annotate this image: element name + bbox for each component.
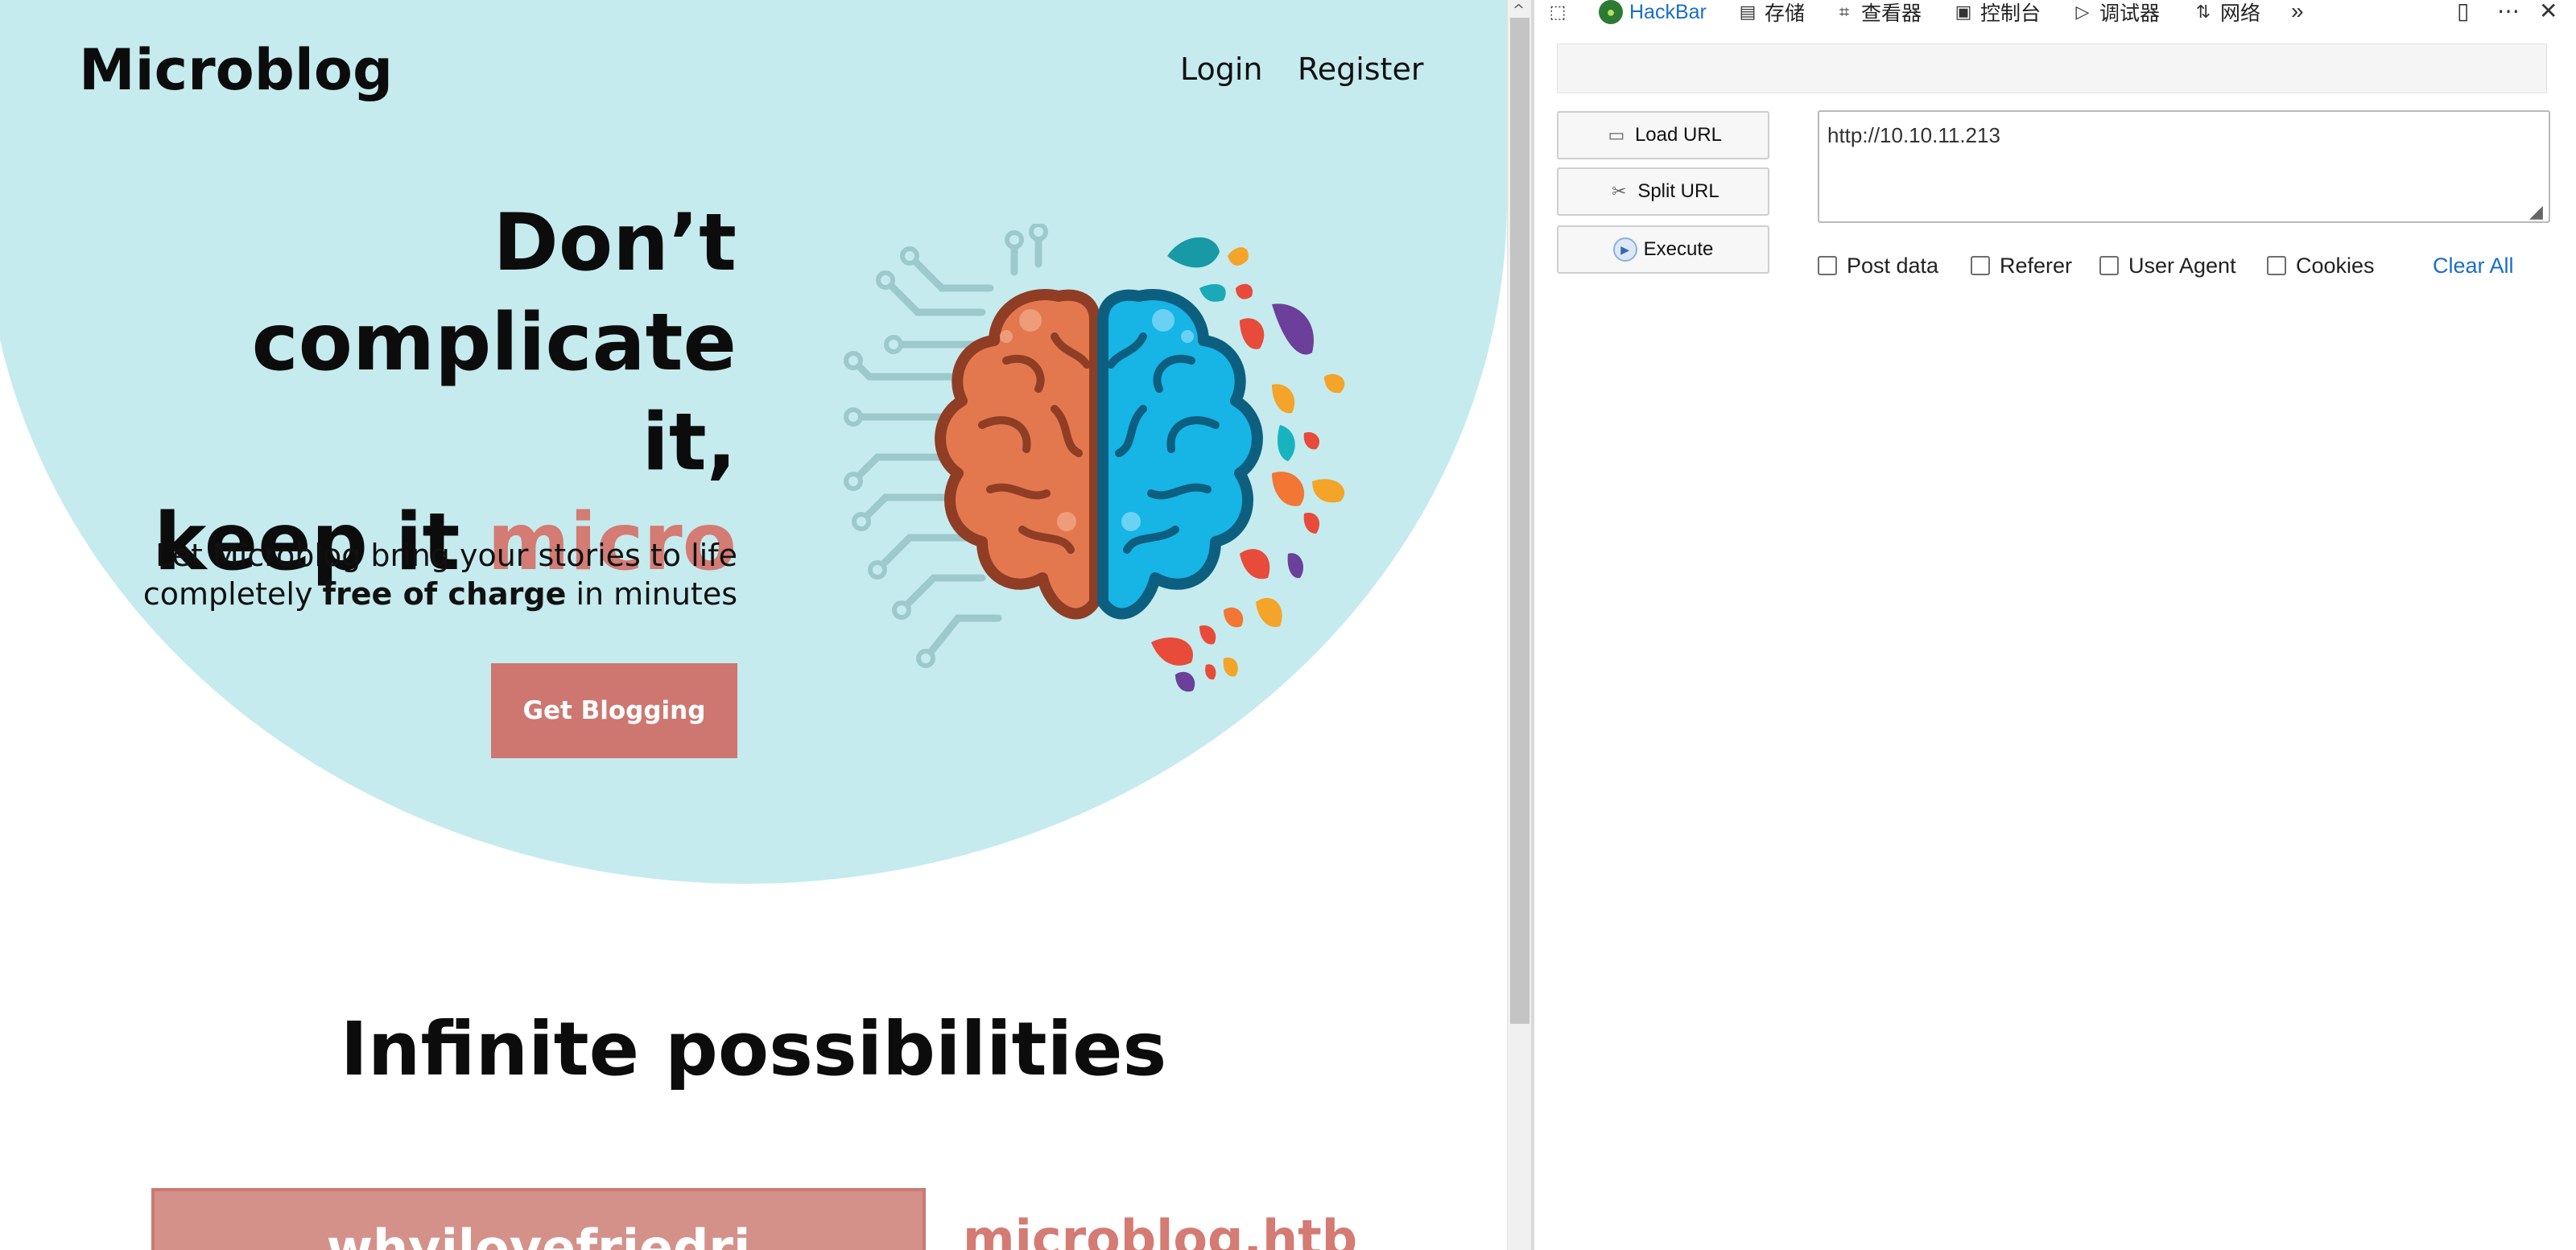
checkbox-box[interactable] <box>1971 256 1990 275</box>
section-title: Infinite possibilities <box>340 1006 1167 1092</box>
load-url-label: Load URL <box>1634 124 1723 146</box>
headline-line-2: it, <box>642 397 737 489</box>
tab-hackbar[interactable]: ● HackBar <box>1599 0 1707 24</box>
tab-pick-element[interactable]: ⬚ <box>1547 0 1568 24</box>
execute-button[interactable]: ▶ Execute <box>1557 225 1769 274</box>
hero-subtitle: Let Microblog bring your stories to life… <box>48 536 737 613</box>
scissors-icon: ✂ <box>1612 181 1627 201</box>
cookies-checkbox[interactable]: Cookies <box>2267 251 2375 280</box>
subtitle-line-1: Let Microblog bring your stories to life <box>155 538 737 573</box>
referer-checkbox[interactable]: Referer <box>1971 251 2072 280</box>
tab-inspector[interactable]: ⌗ 查看器 <box>1834 0 1922 26</box>
network-icon: ⇅ <box>2195 2 2211 22</box>
nav-register-link[interactable]: Register <box>1298 52 1423 87</box>
hackbar-top-field[interactable] <box>1557 43 2547 93</box>
page-scrollbar[interactable]: ^ <box>1507 0 1531 1250</box>
console-icon: ▣ <box>1955 2 1972 22</box>
checkbox-box[interactable] <box>1818 256 1837 275</box>
dock-toggle-icon[interactable]: ▯ <box>2457 0 2469 24</box>
tab-label: 存储 <box>1765 2 1806 25</box>
tab-network[interactable]: ⇅ 网络 <box>2193 0 2261 26</box>
inspector-icon: ⌗ <box>1839 2 1850 22</box>
scroll-up-arrow-icon[interactable]: ^ <box>1513 2 1525 19</box>
referer-label: Referer <box>2000 253 2073 278</box>
subtitle-post: in minutes <box>566 576 737 612</box>
post-data-label: Post data <box>1847 253 1939 278</box>
devtools-toolbar: ⬚ ● HackBar ▤ 存储 ⌗ 查看器 ▣ 控制台 ▷ 调试器 ⇅ 网络 … <box>1534 0 2576 26</box>
headline-line-1: Don’t complicate <box>251 197 737 389</box>
subtitle-bold: free of charge <box>322 576 567 612</box>
tab-storage[interactable]: ▤ 存储 <box>1737 0 1806 26</box>
subtitle-pre: completely <box>142 576 323 612</box>
subtitle-line-2: completely free of charge in minutes <box>48 575 737 613</box>
hackbar-icon: ● <box>1599 0 1623 24</box>
nav-login-link[interactable]: Login <box>1180 52 1263 87</box>
get-blogging-button[interactable]: Get Blogging <box>491 663 737 758</box>
user-agent-checkbox[interactable]: User Agent <box>2099 251 2236 280</box>
post-data-checkbox[interactable]: Post data <box>1818 251 1938 280</box>
more-tabs-chevron-icon[interactable]: » <box>2291 0 2304 24</box>
load-url-button[interactable]: ▭ Load URL <box>1557 111 1769 159</box>
tab-label: 网络 <box>2220 2 2261 25</box>
play-icon: ▶ <box>1612 237 1637 262</box>
split-url-label: Split URL <box>1637 180 1719 202</box>
user-agent-label: User Agent <box>2128 253 2236 278</box>
tab-console[interactable]: ▣ 控制台 <box>1953 0 2041 26</box>
more-options-icon[interactable]: ⋯ <box>2497 0 2520 24</box>
cookies-label: Cookies <box>2296 253 2375 278</box>
tab-label: HackBar <box>1629 0 1707 23</box>
scrollbar-thumb[interactable] <box>1510 18 1530 1024</box>
execute-label: Execute <box>1643 238 1714 260</box>
resize-grip-icon[interactable]: ◢ <box>2529 201 2543 222</box>
blog-card-1[interactable]: whyilovefriedri <box>151 1188 926 1250</box>
tab-debugger[interactable]: ▷ 调试器 <box>2072 0 2161 26</box>
load-url-icon: ▭ <box>1608 125 1625 145</box>
brain-illustration-icon <box>844 224 1345 692</box>
storage-icon: ▤ <box>1739 2 1757 22</box>
site-logo[interactable]: Microblog <box>79 37 393 103</box>
blog-card-2[interactable]: microblog.htb <box>963 1209 1357 1250</box>
debugger-icon: ▷ <box>2075 2 2090 22</box>
hero-headline: Don’t complicate it, keep it micro <box>48 193 737 592</box>
split-url-button[interactable]: ✂ Split URL <box>1557 167 1769 216</box>
clear-all-link[interactable]: Clear All <box>2433 251 2514 280</box>
website-viewport: Microblog Login Register Don’t complicat… <box>0 0 1507 1250</box>
tab-label: 查看器 <box>1861 2 1922 25</box>
pick-element-icon: ⬚ <box>1549 2 1567 22</box>
checkbox-box[interactable] <box>2267 256 2286 275</box>
checkbox-box[interactable] <box>2099 256 2119 275</box>
close-devtools-icon[interactable]: ✕ <box>2539 0 2557 24</box>
url-textarea[interactable]: http://10.10.11.213 <box>1818 110 2550 223</box>
tab-label: 调试器 <box>2099 2 2161 25</box>
tab-label: 控制台 <box>1980 2 2041 25</box>
devtools-panel: ⬚ ● HackBar ▤ 存储 ⌗ 查看器 ▣ 控制台 ▷ 调试器 ⇅ 网络 … <box>1534 0 2576 1250</box>
